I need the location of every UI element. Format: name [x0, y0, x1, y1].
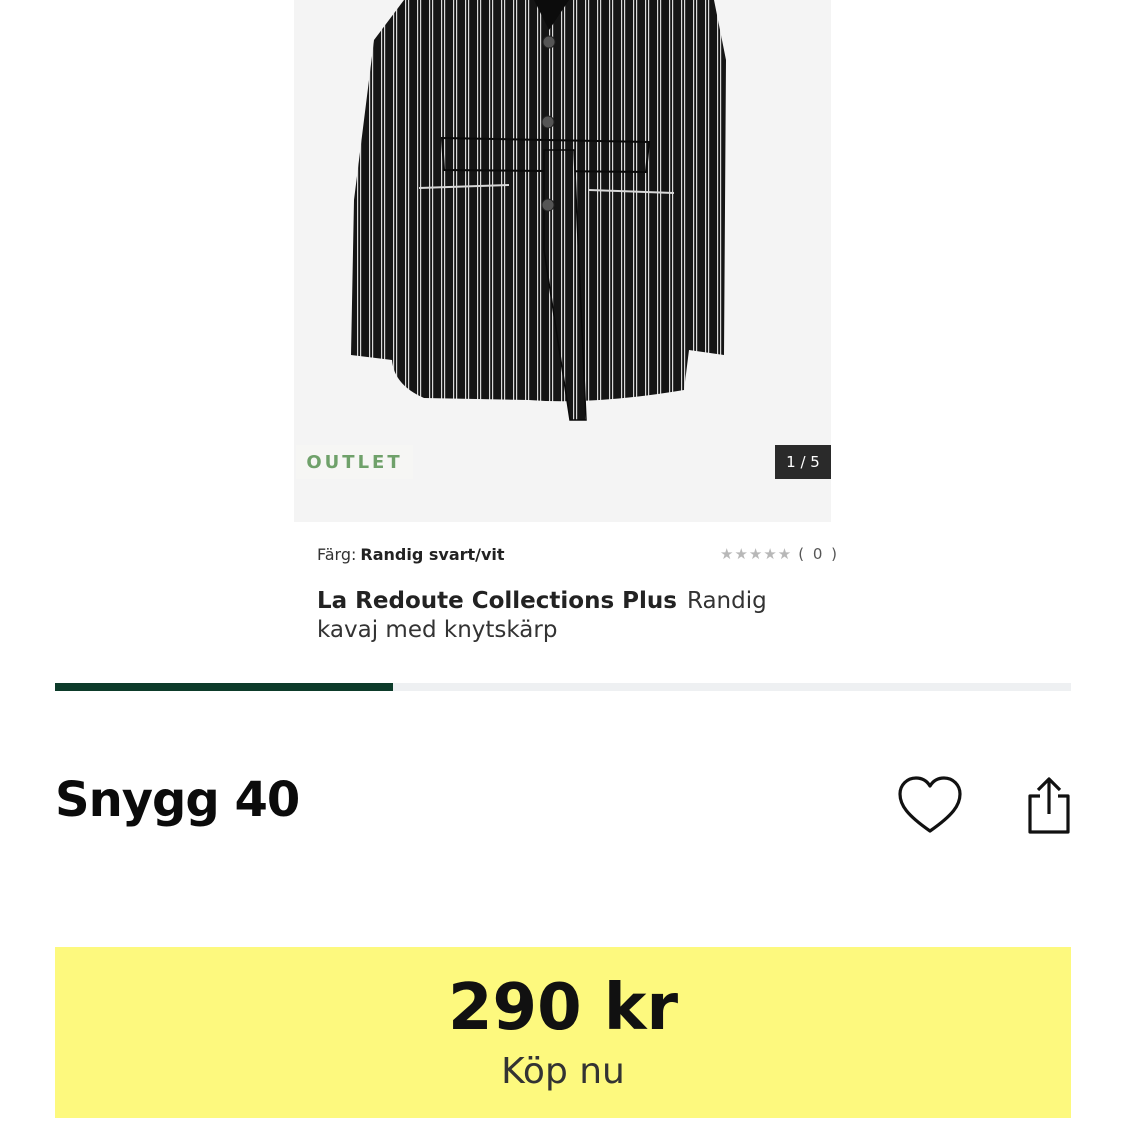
share-icon	[1028, 777, 1070, 834]
price: 290 kr	[448, 971, 678, 1045]
listing-title: Snygg 40	[55, 772, 300, 828]
product-image-card[interactable]: OUTLET 1 / 5	[294, 0, 831, 522]
favorite-button[interactable]	[897, 775, 963, 837]
image-progress-track	[55, 683, 1071, 691]
product-brand[interactable]: La Redoute Collections Plus	[317, 588, 677, 614]
color-label: Färg:	[317, 545, 357, 564]
image-counter-text: 1 / 5	[786, 453, 820, 471]
image-counter: 1 / 5	[775, 445, 831, 479]
image-progress-fill	[55, 683, 394, 691]
heart-icon	[898, 776, 962, 833]
outlet-badge: OUTLET	[296, 445, 413, 479]
buy-now-label: Köp nu	[501, 1051, 625, 1092]
color-info: Färg: Randig svart/vit	[317, 545, 505, 564]
product-photo[interactable]	[294, 0, 831, 440]
product-title: La Redoute Collections Plus Randig kavaj …	[317, 587, 797, 645]
share-button[interactable]	[1025, 776, 1073, 836]
rating-count: ( 0 )	[798, 545, 840, 563]
rating[interactable]: ★★★★★ ( 0 )	[720, 545, 839, 563]
buy-now-button[interactable]: 290 kr Köp nu	[55, 947, 1071, 1118]
rating-stars-icon: ★★★★★	[720, 545, 793, 563]
color-value: Randig svart/vit	[360, 545, 505, 564]
